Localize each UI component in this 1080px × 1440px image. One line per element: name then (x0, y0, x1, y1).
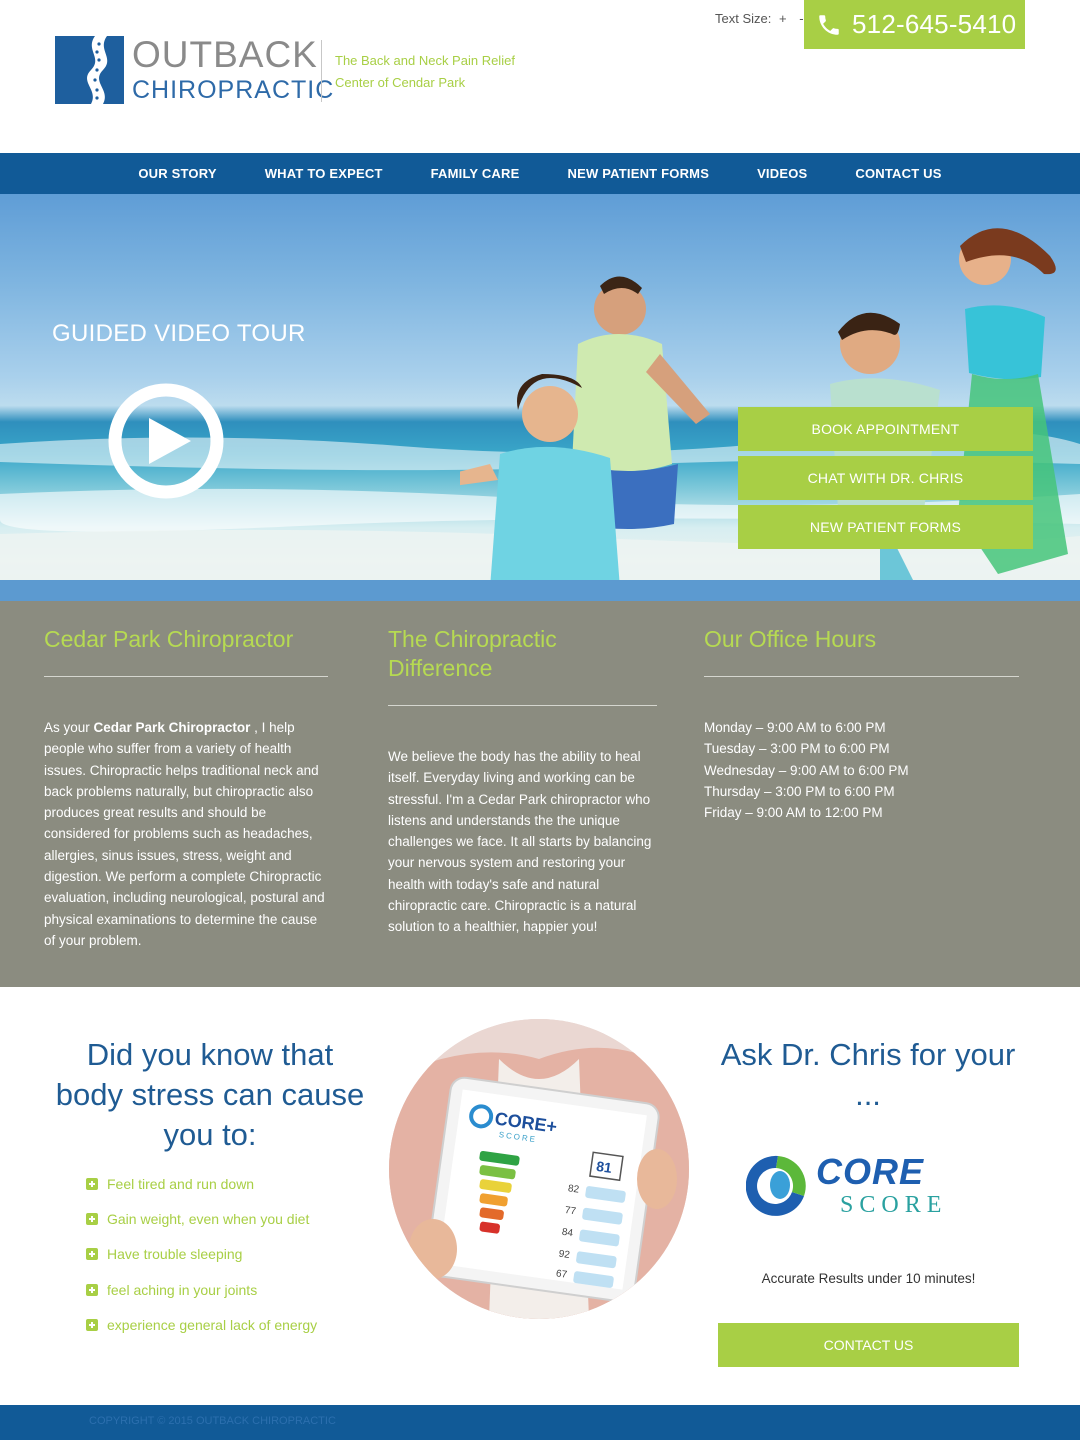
hours-wednesday: Wednesday – 9:00 AM to 6:00 PM (704, 762, 909, 778)
plus-square-icon (86, 1213, 98, 1226)
hours-tuesday: Tuesday – 3:00 PM to 6:00 PM (704, 741, 890, 757)
logo-wordmark-outback: OUTBACK (132, 34, 318, 75)
list-item: Have trouble sleeping (86, 1246, 317, 1281)
text-size-increase-button[interactable]: + (779, 11, 787, 26)
symptom-list: Feel tired and run down Gain weight, eve… (86, 1176, 317, 1352)
column-divider (44, 676, 328, 677)
office-hours-heading: Our Office Hours (704, 626, 877, 652)
list-item: Gain weight, even when you diet (86, 1211, 317, 1246)
accurate-results-text: Accurate Results under 10 minutes! (761, 1271, 976, 1286)
chiropractic-difference-text: We believe the body has the ability to h… (388, 749, 652, 935)
core-score-tablet-photo: CORE+ SCORE 81 82 77 84 92 67 (389, 1019, 689, 1319)
info-section: Cedar Park Chiropractor As your Cedar Pa… (0, 601, 1080, 987)
symptom-text: Have trouble sleeping (107, 1246, 243, 1263)
core-score-logo: CORE SCORE (745, 1151, 990, 1218)
copyright-text: COPYRIGHT © 2015 OUTBACK CHIROPRACTIC (89, 1415, 336, 1427)
core-score-logo-icon: CORE SCORE (745, 1151, 947, 1218)
tablet-score-4: 92 (558, 1249, 571, 1262)
intro-text: As your (44, 720, 94, 735)
contact-us-button[interactable]: CONTACT US (718, 1323, 1019, 1367)
logo-wordmark-chiropractic: CHIROPRACTIC (132, 76, 335, 104)
tablet-illustration: CORE+ SCORE 81 82 77 84 92 67 (389, 1019, 689, 1319)
phone-button[interactable]: 512-645-5410 (804, 0, 1025, 49)
hours-thursday: Thursday – 3:00 PM to 6:00 PM (704, 783, 895, 799)
tablet-score-1: 82 (567, 1183, 580, 1196)
symptom-text: experience general lack of energy (107, 1316, 318, 1333)
phone-number: 512-645-5410 (852, 9, 1017, 39)
video-tour-title: GUIDED VIDEO TOUR (52, 320, 306, 347)
plus-square-icon (86, 1283, 98, 1296)
tagline-line2: Center of Cendar Park (335, 75, 466, 90)
score-wordmark: SCORE (840, 1192, 947, 1218)
hours-friday: Friday – 9:00 AM to 12:00 PM (704, 805, 883, 821)
chat-with-dr-chris-button[interactable]: CHAT WITH DR. CHRIS (738, 456, 1033, 500)
nav-videos[interactable]: VIDEOS (757, 166, 807, 181)
chiropractic-difference-column: The Chiropractic Difference We believe t… (388, 625, 657, 938)
nav-contact-us[interactable]: CONTACT US (855, 166, 941, 181)
hero-cta-stack: BOOK APPOINTMENT CHAT WITH DR. CHRIS NEW… (738, 407, 1033, 554)
site-footer: COPYRIGHT © 2015 OUTBACK CHIROPRACTIC (0, 1405, 1080, 1440)
tablet-score-2: 77 (564, 1205, 577, 1218)
column-divider (388, 705, 657, 706)
core-wordmark: CORE (816, 1152, 924, 1192)
tablet-overall-score: 81 (595, 1158, 613, 1176)
logo-divider (321, 40, 322, 102)
column-divider (704, 676, 1019, 677)
hero-banner: GUIDED VIDEO TOUR BOOK APPOINTMENT CHAT … (0, 194, 1080, 601)
body-stress-section: Did you know that body stress can cause … (0, 987, 1080, 1405)
hero-bottom-strip (0, 580, 1080, 601)
cedar-park-chiropractor-heading: Cedar Park Chiropractor (44, 626, 294, 652)
tablet-score-5: 67 (555, 1268, 568, 1281)
tagline-line1: The Back and Neck Pain Relief (335, 53, 515, 68)
list-item: Feel tired and run down (86, 1176, 317, 1211)
list-item: feel aching in your joints (86, 1282, 317, 1317)
cedar-park-chiropractor-column: Cedar Park Chiropractor As your Cedar Pa… (44, 625, 328, 951)
symptom-text: Feel tired and run down (107, 1176, 255, 1192)
play-video-button[interactable] (107, 382, 225, 500)
hours-monday: Monday – 9:00 AM to 6:00 PM (704, 720, 886, 735)
tablet-score-3: 84 (561, 1227, 574, 1240)
nav-our-story[interactable]: OUR STORY (138, 166, 216, 181)
spine-logo-icon (55, 36, 124, 104)
list-item: experience general lack of energy (86, 1317, 317, 1352)
nav-what-to-expect[interactable]: WHAT TO EXPECT (265, 166, 383, 181)
book-appointment-button[interactable]: BOOK APPOINTMENT (738, 407, 1033, 451)
site-header: OUTBACK CHIROPRACTIC The Back and Neck P… (0, 0, 1080, 153)
did-you-know-heading: Did you know that body stress can cause … (55, 1037, 365, 1152)
phone-icon (819, 14, 839, 35)
cedar-park-chiropractor-text: As your Cedar Park Chiropractor , I help… (44, 717, 328, 951)
site-logo[interactable]: OUTBACK CHIROPRACTIC (55, 34, 333, 106)
chiropractic-difference-heading: The Chiropractic Difference (388, 626, 557, 681)
plus-square-icon (86, 1248, 98, 1261)
new-patient-forms-button[interactable]: NEW PATIENT FORMS (738, 505, 1033, 549)
intro-bold-text: Cedar Park Chiropractor (93, 720, 251, 735)
symptom-text: feel aching in your joints (107, 1281, 258, 1298)
text-size-decrease-button[interactable]: - (799, 11, 803, 26)
main-nav: OUR STORY WHAT TO EXPECT FAMILY CARE NEW… (0, 153, 1080, 194)
symptom-text: Gain weight, even when you diet (107, 1211, 310, 1228)
ask-dr-chris-heading: Ask Dr. Chris for your ... (720, 1037, 1016, 1112)
text-size-control: Text Size: + - (715, 11, 804, 26)
nav-new-patient-forms[interactable]: NEW PATIENT FORMS (567, 166, 709, 181)
nav-family-care[interactable]: FAMILY CARE (431, 166, 520, 181)
office-hours-column: Our Office Hours Monday – 9:00 AM to 6:0… (704, 625, 1019, 823)
body-text: , I help people who suffer from a variet… (44, 720, 325, 948)
plus-square-icon (86, 1178, 98, 1190)
plus-square-icon (86, 1318, 98, 1331)
tagline: The Back and Neck Pain Relief Center of … (335, 50, 535, 94)
text-size-label: Text Size: (715, 11, 772, 26)
